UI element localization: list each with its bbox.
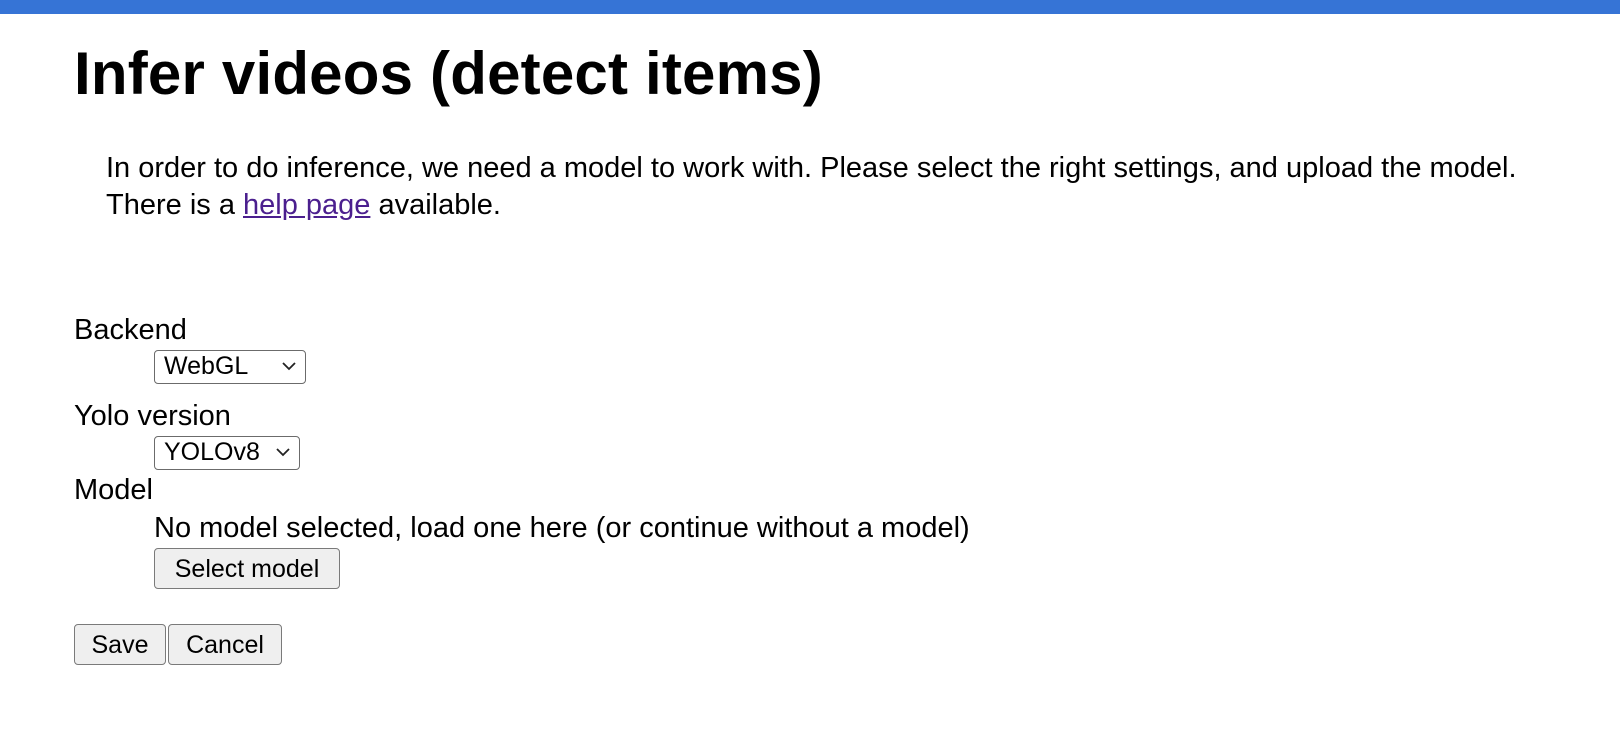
page-title: Infer videos (detect items) xyxy=(74,40,823,107)
top-accent-bar xyxy=(0,0,1620,14)
yolo-version-select[interactable]: YOLOv8 xyxy=(154,436,300,470)
yolo-version-select-value: YOLOv8 xyxy=(164,438,260,466)
select-model-button[interactable]: Select model xyxy=(154,548,340,589)
chevron-down-icon xyxy=(276,448,290,457)
help-page-link[interactable]: help page xyxy=(243,189,370,221)
intro-text-end: available. xyxy=(370,189,501,221)
model-label: Model xyxy=(74,474,153,506)
backend-select[interactable]: WebGL xyxy=(154,350,306,384)
save-button[interactable]: Save xyxy=(74,624,166,665)
cancel-button[interactable]: Cancel xyxy=(168,624,282,665)
intro-text: In order to do inference, we need a mode… xyxy=(106,150,1576,224)
yolo-version-label: Yolo version xyxy=(74,400,231,432)
backend-select-value: WebGL xyxy=(164,352,249,380)
model-status-text: No model selected, load one here (or con… xyxy=(154,512,970,544)
chevron-down-icon xyxy=(282,362,296,371)
backend-label: Backend xyxy=(74,314,187,346)
